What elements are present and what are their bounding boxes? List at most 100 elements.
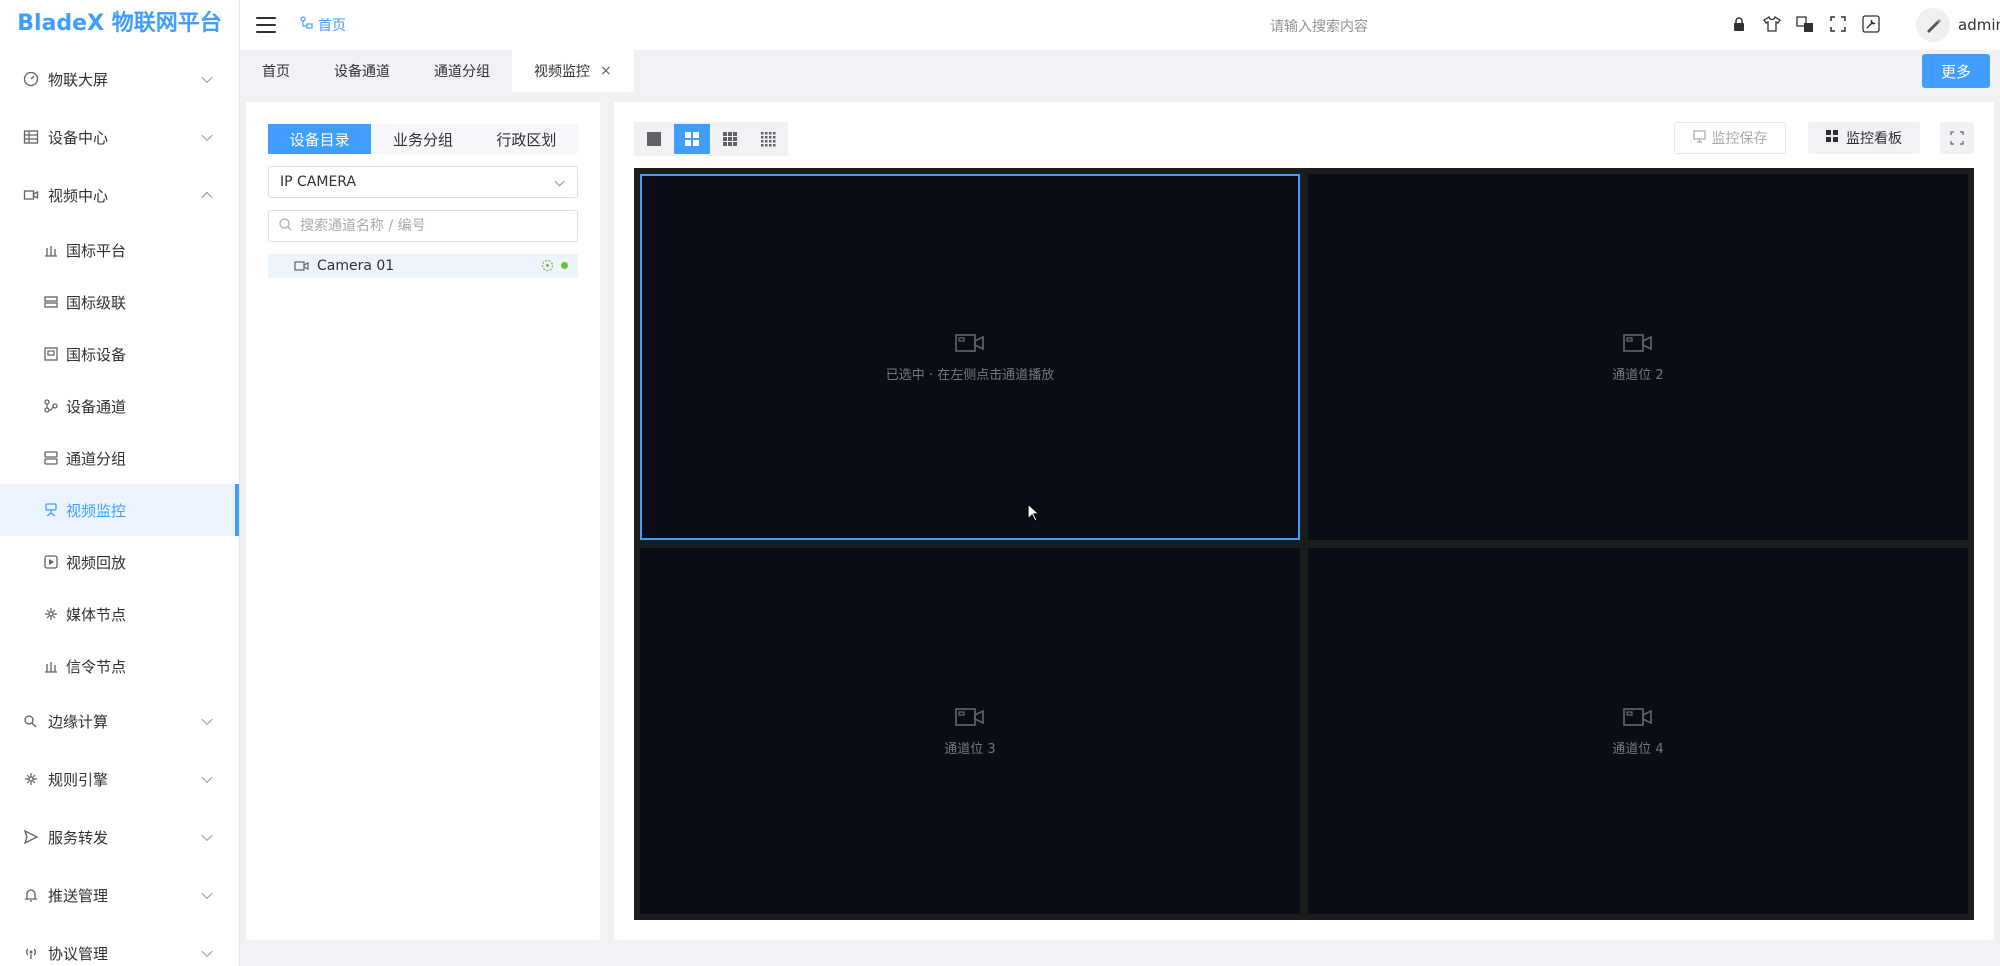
chevron-down-icon — [201, 713, 213, 726]
theme-icon[interactable] — [1761, 13, 1783, 35]
lock-icon[interactable] — [1728, 13, 1750, 35]
bell-icon — [22, 886, 40, 904]
video-cell-label: 通道位 2 — [1612, 367, 1664, 383]
locate-icon[interactable] — [541, 259, 554, 272]
fullscreen-icon[interactable] — [1940, 122, 1974, 154]
sidebar-item-device-channel[interactable]: 设备通道 — [0, 380, 239, 432]
segment-admin-region[interactable]: 行政区划 — [475, 124, 578, 154]
channel-search-input[interactable] — [300, 218, 560, 234]
video-cell-4[interactable]: 通道位 4 — [1308, 548, 1968, 914]
sidebar-item-gb-platform[interactable]: 国标平台 — [0, 224, 239, 276]
edge-icon — [22, 712, 40, 730]
sidebar-item-device-center[interactable]: 设备中心 — [0, 108, 239, 166]
channel-search — [268, 210, 578, 242]
settings-icon[interactable] — [1860, 13, 1882, 35]
mouse-cursor-icon — [1027, 502, 1041, 527]
layout-switcher — [634, 122, 788, 156]
sidebar-item-label: 协议管理 — [48, 944, 109, 963]
monitor-icon — [42, 501, 60, 519]
sidebar-item-label: 服务转发 — [48, 828, 109, 847]
tab-device-channel[interactable]: 设备通道 — [312, 50, 412, 92]
sidebar-item-label: 推送管理 — [48, 886, 109, 905]
sidebar-item-label: 规则引擎 — [48, 770, 109, 789]
chevron-down-icon — [554, 176, 565, 187]
tree-node-camera[interactable]: Camera 01 — [268, 254, 578, 278]
sidebar-item-label: 视频回放 — [66, 553, 127, 572]
top-header: 首页 请输入搜索内容 admin — [240, 0, 2000, 50]
tab-home[interactable]: 首页 — [240, 50, 312, 92]
sidebar-item-media-node[interactable]: 媒体节点 — [0, 588, 239, 640]
sidebar-item-dashboard[interactable]: 物联大屏 — [0, 50, 239, 108]
sidebar-item-label: 物联大屏 — [48, 70, 109, 89]
tree-node-label: Camera 01 — [317, 258, 395, 274]
sidebar-item-edge-computing[interactable]: 边缘计算 — [0, 692, 239, 750]
device-icon — [22, 128, 40, 146]
user-menu[interactable]: admin — [1916, 8, 2000, 42]
monitor-panel: 监控保存 监控看板 已选中 · 在左侧点击通道播放 通道位 2 通道位 3 通道… — [614, 102, 1994, 940]
avatar — [1916, 8, 1950, 42]
sidebar-item-gb-cascade[interactable]: 国标级联 — [0, 276, 239, 328]
sidebar-item-label: 设备通道 — [66, 397, 127, 416]
segment-business-group[interactable]: 业务分组 — [371, 124, 474, 154]
video-cell-2[interactable]: 通道位 2 — [1308, 174, 1968, 540]
sidebar-item-signal-node[interactable]: 信令节点 — [0, 640, 239, 692]
save-monitor-button[interactable]: 监控保存 — [1674, 122, 1786, 154]
board-label: 监控看板 — [1846, 131, 1902, 147]
sidebar-item-video-monitor[interactable]: 视频监控 — [0, 484, 239, 536]
sidebar-item-label: 设备中心 — [48, 128, 109, 147]
search-icon — [279, 217, 292, 235]
chevron-down-icon — [201, 887, 213, 900]
video-camera-icon — [955, 706, 985, 728]
sidebar-item-label: 边缘计算 — [48, 712, 109, 731]
sidebar-item-push-management[interactable]: 推送管理 — [0, 866, 239, 924]
chevron-down-icon — [201, 71, 213, 84]
monitor-board-button[interactable]: 监控看板 — [1808, 122, 1920, 154]
chevron-down-icon — [201, 129, 213, 142]
online-status-dot — [561, 262, 568, 269]
tab-video-monitor[interactable]: 视频监控 × — [512, 50, 634, 92]
sidebar-item-protocol-management[interactable]: 协议管理 — [0, 924, 239, 966]
video-cell-label: 已选中 · 在左侧点击通道播放 — [885, 367, 1055, 383]
layout-16-button[interactable] — [750, 124, 786, 154]
sidebar-item-label: 信令节点 — [66, 657, 127, 676]
video-cell-3[interactable]: 通道位 3 — [640, 548, 1300, 914]
protocol-icon — [22, 944, 40, 962]
chevron-down-icon — [201, 771, 213, 784]
language-icon[interactable] — [1794, 13, 1816, 35]
sidebar-item-rule-engine[interactable]: 规则引擎 — [0, 750, 239, 808]
header-toolbar — [1728, 13, 1882, 35]
video-icon — [22, 186, 40, 204]
video-grid: 已选中 · 在左侧点击通道播放 通道位 2 通道位 3 通道位 4 — [634, 168, 1974, 920]
layout-1-button[interactable] — [636, 124, 672, 154]
video-camera-icon — [1623, 332, 1653, 354]
sidebar-item-video-center[interactable]: 视频中心 — [0, 166, 239, 224]
layout-4-button[interactable] — [674, 124, 710, 154]
sidebar-item-video-playback[interactable]: 视频回放 — [0, 536, 239, 588]
layout-9-button[interactable] — [712, 124, 748, 154]
close-icon[interactable]: × — [600, 63, 612, 79]
menu-toggle-icon[interactable] — [256, 17, 276, 33]
home-icon — [300, 16, 314, 34]
device-select[interactable]: IP CAMERA — [268, 166, 578, 198]
fullscreen-icon[interactable] — [1827, 13, 1849, 35]
more-button[interactable]: 更多 — [1922, 54, 1990, 88]
sidebar-item-service-forward[interactable]: 服务转发 — [0, 808, 239, 866]
sidebar-item-label: 视频监控 — [66, 501, 127, 520]
breadcrumb-home: 首页 — [318, 18, 346, 34]
video-cell-label: 通道位 4 — [1612, 741, 1664, 757]
sidebar-item-label: 国标级联 — [66, 293, 127, 312]
tab-channel-group[interactable]: 通道分组 — [412, 50, 512, 92]
video-cell-1[interactable]: 已选中 · 在左侧点击通道播放 — [640, 174, 1300, 540]
device-icon — [42, 345, 60, 363]
forward-icon — [22, 828, 40, 846]
sidebar-item-gb-device[interactable]: 国标设备 — [0, 328, 239, 380]
global-search[interactable]: 请输入搜索内容 — [1270, 16, 1368, 36]
sidebar-item-channel-group[interactable]: 通道分组 — [0, 432, 239, 484]
tab-label: 首页 — [262, 64, 290, 80]
breadcrumb[interactable]: 首页 — [300, 15, 346, 35]
chevron-down-icon — [201, 829, 213, 842]
chevron-down-icon — [201, 945, 213, 958]
tab-bar: 首页 设备通道 通道分组 视频监控 × 更多 — [240, 50, 2000, 92]
video-camera-icon — [955, 332, 985, 354]
segment-device-catalog[interactable]: 设备目录 — [268, 124, 372, 154]
